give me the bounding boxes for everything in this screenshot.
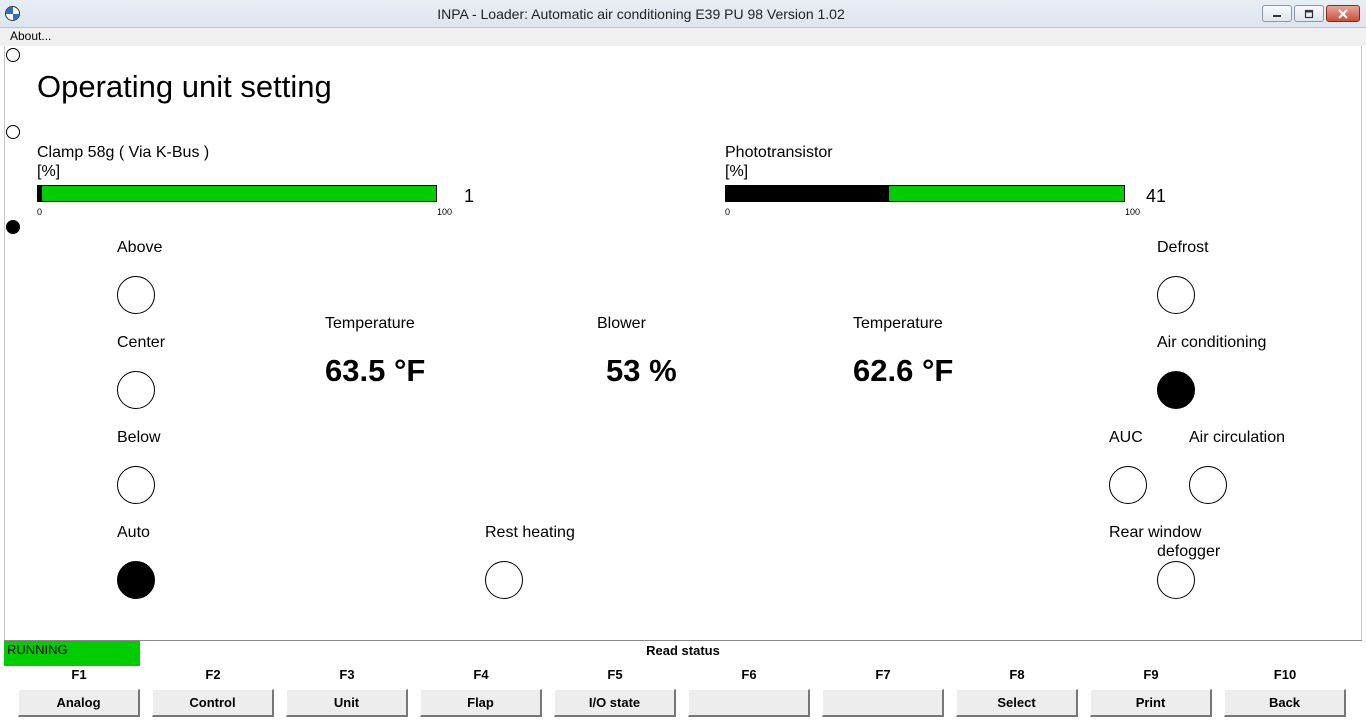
- clamp-bar-unit: [%]: [37, 163, 61, 180]
- clamp-scale-max: 100: [437, 207, 453, 217]
- fkey-label-f1: F1: [71, 667, 87, 682]
- phototransistor-scale-max: 100: [1125, 207, 1141, 217]
- back-button[interactable]: Back: [1224, 689, 1346, 717]
- window-title: INPA - Loader: Automatic air conditionin…: [437, 6, 845, 22]
- print-button[interactable]: Print: [1090, 689, 1212, 717]
- center-label: Center: [117, 334, 166, 351]
- fkey-label-f8: F8: [1009, 667, 1025, 682]
- fkey-label-f3: F3: [339, 667, 355, 682]
- rear-window-label-line1: Rear window: [1109, 524, 1202, 541]
- close-icon: [1338, 8, 1348, 19]
- fkey-label-f4: F4: [473, 667, 489, 682]
- air-circulation-label: Air circulation: [1189, 429, 1286, 446]
- clamp-scale-min: 0: [37, 207, 43, 217]
- close-button[interactable]: [1326, 5, 1360, 22]
- flap-button[interactable]: Flap: [420, 689, 542, 717]
- minimize-button[interactable]: [1262, 5, 1292, 22]
- rest-heating-label: Rest heating: [485, 524, 575, 541]
- above-indicator: [117, 276, 155, 314]
- auto-label: Auto: [117, 524, 150, 541]
- rear-window-defogger-indicator: [1157, 561, 1195, 599]
- blower-label: Blower: [597, 315, 646, 332]
- center-indicator: [117, 371, 155, 409]
- read-status-text: Read status: [646, 643, 720, 658]
- menu-bar: [0, 28, 1366, 46]
- control-button[interactable]: Control: [152, 689, 274, 717]
- air-conditioning-indicator: [1157, 371, 1195, 409]
- page-title: Operating unit setting: [37, 69, 332, 104]
- fkey-label-f9: F9: [1143, 667, 1159, 682]
- menu-about[interactable]: About...: [10, 29, 51, 43]
- unit-button[interactable]: Unit: [286, 689, 408, 717]
- temperature-left-label: Temperature: [325, 315, 415, 332]
- temperature-right-label: Temperature: [853, 315, 943, 332]
- above-label: Above: [117, 239, 163, 256]
- phototransistor-progress-fill: [726, 186, 890, 201]
- below-indicator: [117, 466, 155, 504]
- phototransistor-bar-label: Phototransistor: [725, 144, 833, 161]
- side-indicator-1: [6, 48, 20, 62]
- minimize-icon: [1273, 14, 1281, 17]
- defrost-indicator: [1157, 276, 1195, 314]
- analog-button[interactable]: Analog: [18, 689, 140, 717]
- fkey-label-f6: F6: [741, 667, 757, 682]
- fkey-label-f7: F7: [875, 667, 891, 682]
- status-divider: [4, 640, 1362, 641]
- rear-window-label-line2: defogger: [1157, 543, 1221, 560]
- phototransistor-bar-unit: [%]: [725, 163, 749, 180]
- phototransistor-progress-bar: [725, 185, 1125, 202]
- f7-button[interactable]: [822, 689, 944, 717]
- phototransistor-scale-min: 0: [725, 207, 731, 217]
- io-state-button[interactable]: I/O state: [554, 689, 676, 717]
- auc-label: AUC: [1109, 429, 1143, 446]
- blower-value: 53 %: [606, 353, 677, 388]
- side-indicator-2: [6, 125, 20, 139]
- select-button[interactable]: Select: [956, 689, 1078, 717]
- phototransistor-value: 41: [1146, 186, 1167, 206]
- fkey-label-f5: F5: [607, 667, 623, 682]
- restore-icon: [1304, 9, 1314, 18]
- restore-button[interactable]: [1294, 5, 1324, 22]
- below-label: Below: [117, 429, 161, 446]
- auto-indicator: [117, 561, 155, 599]
- clamp-bar-label: Clamp 58g ( Via K-Bus ): [37, 144, 210, 161]
- fkey-label-f2: F2: [205, 667, 221, 682]
- side-indicator-3: [6, 220, 20, 234]
- temperature-right-value: 62.6 °F: [853, 353, 954, 388]
- clamp-progress-fill: [38, 186, 42, 201]
- f6-button[interactable]: [688, 689, 810, 717]
- air-conditioning-label: Air conditioning: [1157, 334, 1267, 351]
- clamp-value: 1: [464, 186, 475, 206]
- fkey-label-f10: F10: [1273, 667, 1297, 682]
- rest-heating-indicator: [485, 561, 523, 599]
- air-circulation-indicator: [1189, 466, 1227, 504]
- temperature-left-value: 63.5 °F: [325, 353, 426, 388]
- auc-indicator: [1109, 466, 1147, 504]
- clamp-progress-bar: [37, 185, 437, 202]
- defrost-label: Defrost: [1157, 239, 1209, 256]
